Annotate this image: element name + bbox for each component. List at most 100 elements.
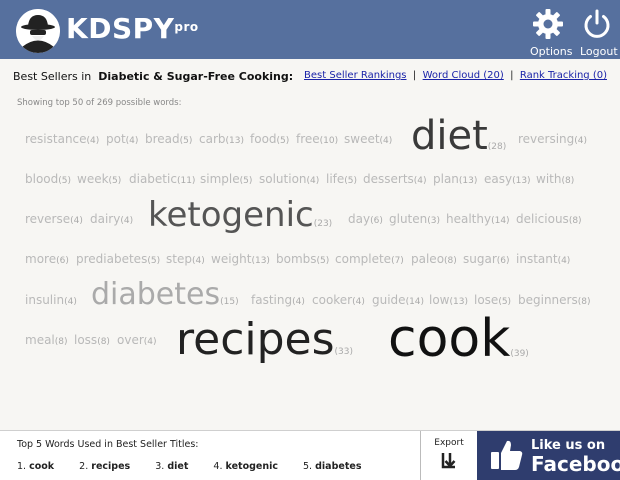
top5-word: diet	[167, 461, 189, 472]
cloud-word-blood[interactable]: blood(5)	[25, 170, 71, 186]
cloud-word-easy[interactable]: easy(13)	[484, 170, 531, 186]
cloud-word-beginners[interactable]: beginners(8)	[518, 291, 590, 307]
cloud-word-count: (7)	[391, 256, 404, 266]
cloud-word-count: (4)	[352, 297, 365, 307]
cloud-word-count: (5)	[316, 256, 330, 266]
cloud-word-text: insulin	[25, 293, 65, 307]
cloud-word-bread[interactable]: bread(5)	[145, 130, 192, 146]
cloud-word-simple[interactable]: simple(5)	[200, 170, 252, 186]
cloud-word-count: (8)	[97, 337, 110, 347]
cloud-word-solution[interactable]: solution(4)	[259, 170, 319, 186]
cloud-word-text: beginners	[518, 293, 578, 307]
cloud-word-prediabetes[interactable]: prediabetes(5)	[76, 250, 160, 266]
top5-rank: 5.	[303, 461, 313, 472]
cloud-word-count: (4)	[143, 337, 157, 347]
cloud-word-count: (5)	[276, 136, 290, 146]
cloud-word-text: over	[117, 333, 144, 347]
cloud-word-diabetic[interactable]: diabetic(11)	[129, 170, 195, 186]
cloud-word-sweet[interactable]: sweet(4)	[344, 130, 392, 146]
cloud-word-cooker[interactable]: cooker(4)	[312, 291, 365, 307]
cloud-word-text: plan	[433, 172, 459, 186]
cloud-word-ketogenic[interactable]: ketogenic(23)	[148, 198, 332, 232]
facebook-like-banner[interactable]: Like us on Facebook	[477, 431, 620, 480]
cloud-word-count: (4)	[306, 176, 320, 186]
cloud-word-lose[interactable]: lose(5)	[474, 291, 511, 307]
cloud-word-carb[interactable]: carb(13)	[199, 130, 244, 146]
cloud-word-life[interactable]: life(5)	[326, 170, 357, 186]
cloud-word-text: diabetes	[91, 277, 221, 312]
cloud-word-pot[interactable]: pot(4)	[106, 130, 138, 146]
export-button[interactable]: Export	[420, 431, 478, 480]
cloud-word-low[interactable]: low(13)	[429, 291, 468, 307]
cloud-word-text: free	[296, 132, 320, 146]
cloud-word-count: (8)	[568, 216, 582, 226]
cloud-word-cook[interactable]: cook(39)	[388, 313, 529, 365]
cloud-word-diabetes[interactable]: diabetes(15)	[91, 280, 239, 310]
cloud-word-count: (3)	[427, 216, 440, 226]
cloud-word-count: (4)	[574, 136, 588, 146]
cloud-word-text: reversing	[518, 132, 575, 146]
cloud-word-text: instant	[516, 252, 558, 266]
cloud-word-count: (33)	[334, 347, 354, 357]
cloud-word-guide[interactable]: guide(14)	[372, 291, 424, 307]
top5-rank: 2.	[79, 461, 89, 472]
cloud-word-text: food	[250, 132, 277, 146]
cloud-word-text: loss	[74, 333, 98, 347]
top5-title: Top 5 Words Used in Best Seller Titles:	[17, 439, 199, 450]
cloud-word-gluten[interactable]: gluten(3)	[389, 210, 440, 226]
cloud-word-text: complete	[335, 252, 392, 266]
cloud-word-plan[interactable]: plan(13)	[433, 170, 477, 186]
cloud-word-weight[interactable]: weight(13)	[211, 250, 270, 266]
cloud-word-count: (4)	[70, 216, 83, 226]
cloud-word-count: (14)	[491, 216, 510, 226]
top5-item: 1. cook	[17, 461, 54, 472]
cloud-word-text: solution	[259, 172, 307, 186]
cloud-word-text: bombs	[276, 252, 317, 266]
cloud-word-more[interactable]: more(6)	[25, 250, 69, 266]
cloud-word-instant[interactable]: instant(4)	[516, 250, 570, 266]
cloud-word-healthy[interactable]: healthy(14)	[446, 210, 510, 226]
cloud-word-meal[interactable]: meal(8)	[25, 331, 68, 347]
cloud-word-step[interactable]: step(4)	[166, 250, 205, 266]
cloud-word-count: (39)	[510, 349, 529, 359]
cloud-word-food[interactable]: food(5)	[250, 130, 289, 146]
cloud-word-delicious[interactable]: delicious(8)	[516, 210, 582, 226]
cloud-word-text: more	[25, 252, 57, 266]
cloud-word-loss[interactable]: loss(8)	[74, 331, 110, 347]
cloud-word-over[interactable]: over(4)	[117, 331, 157, 347]
cloud-word-day[interactable]: day(6)	[348, 210, 383, 226]
cloud-word-text: cook	[388, 309, 511, 369]
cloud-word-reverse[interactable]: reverse(4)	[25, 210, 83, 226]
top5-list: 1. cook 2. recipes 3. diet 4. ketogenic …	[17, 461, 383, 472]
top5-word: diabetes	[315, 461, 362, 472]
cloud-word-insulin[interactable]: insulin(4)	[25, 291, 77, 307]
cloud-word-text: paleo	[411, 252, 445, 266]
cloud-word-complete[interactable]: complete(7)	[335, 250, 404, 266]
cloud-word-dairy[interactable]: dairy(4)	[90, 210, 133, 226]
cloud-word-count: (5)	[108, 176, 122, 186]
cloud-word-recipes[interactable]: recipes(33)	[176, 318, 353, 362]
cloud-word-count: (4)	[413, 176, 427, 186]
cloud-word-desserts[interactable]: desserts(4)	[363, 170, 427, 186]
cloud-word-with[interactable]: with(8)	[536, 170, 574, 186]
cloud-word-count: (5)	[498, 297, 512, 307]
cloud-word-bombs[interactable]: bombs(5)	[276, 250, 329, 266]
cloud-word-resistance[interactable]: resistance(4)	[25, 130, 99, 146]
cloud-word-count: (4)	[64, 297, 77, 307]
cloud-word-paleo[interactable]: paleo(8)	[411, 250, 457, 266]
cloud-word-count: (5)	[147, 256, 161, 266]
cloud-word-reversing[interactable]: reversing(4)	[518, 130, 587, 146]
cloud-word-week[interactable]: week(5)	[77, 170, 121, 186]
cloud-word-text: guide	[372, 293, 406, 307]
cloud-word-text: diabetic	[129, 172, 177, 186]
cloud-word-fasting[interactable]: fasting(4)	[251, 291, 305, 307]
cloud-word-count: (8)	[444, 256, 457, 266]
cloud-word-count: (8)	[577, 297, 591, 307]
cloud-word-text: fasting	[251, 293, 293, 307]
cloud-word-sugar[interactable]: sugar(6)	[463, 250, 510, 266]
cloud-word-diet[interactable]: diet(28)	[411, 116, 506, 156]
cloud-word-text: delicious	[516, 212, 569, 226]
cloud-word-text: sweet	[344, 132, 380, 146]
cloud-word-free[interactable]: free(10)	[296, 130, 338, 146]
cloud-word-count: (14)	[405, 297, 425, 307]
